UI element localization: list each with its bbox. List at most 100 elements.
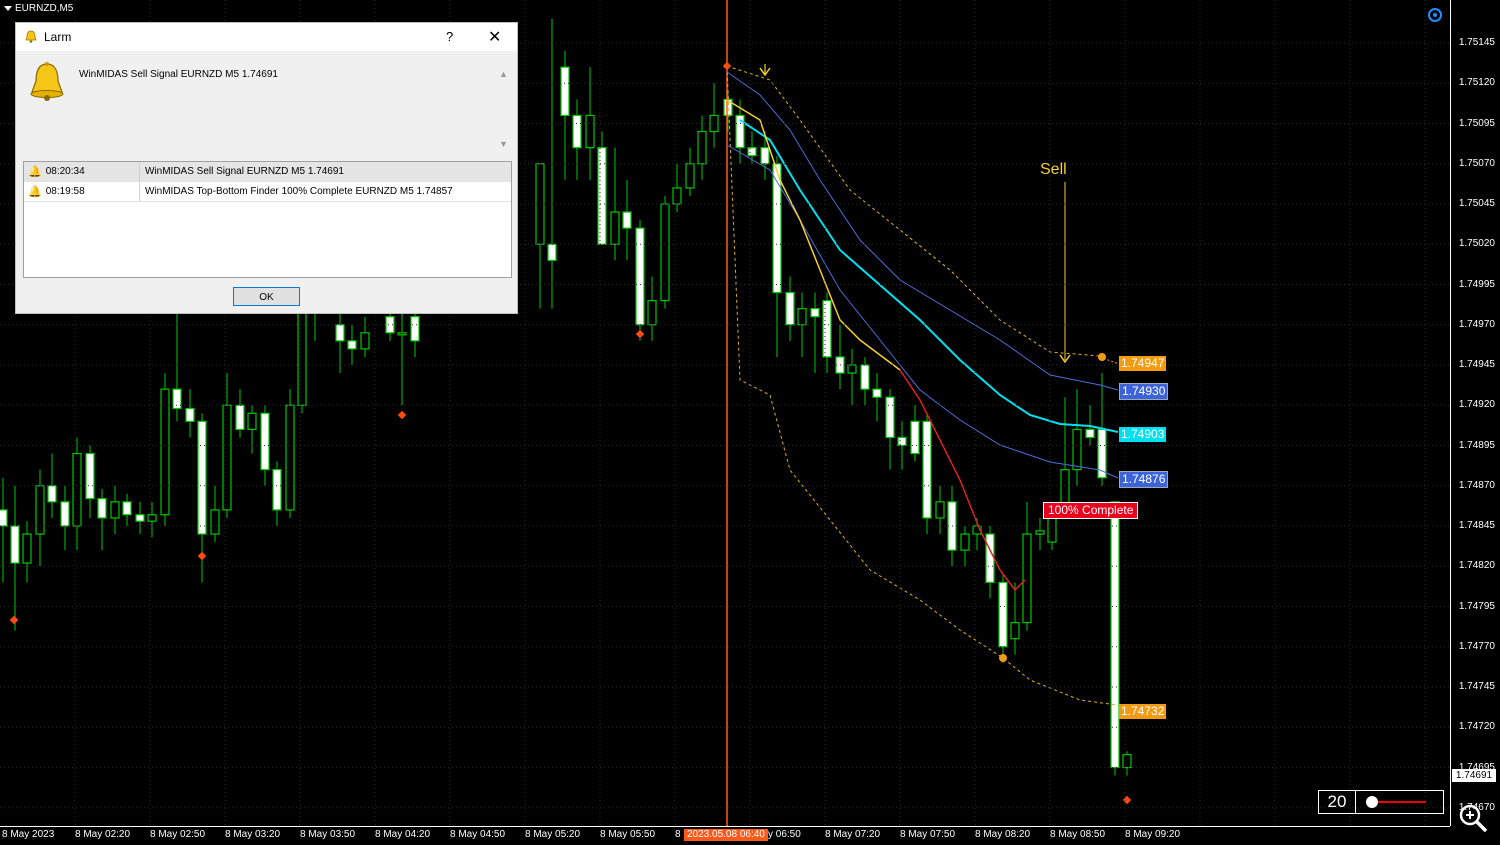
price-scale-label: 1.74770 bbox=[1458, 640, 1495, 652]
bell-icon: 🔔 bbox=[28, 166, 42, 178]
candle-body bbox=[560, 66, 570, 117]
slider-track bbox=[1378, 801, 1426, 803]
candle-body bbox=[897, 436, 907, 447]
list-item[interactable]: 🔔 08:19:58 WinMIDAS Top-Bottom Finder 100… bbox=[24, 182, 511, 202]
time-axis-label: 8 May 03:20 bbox=[225, 829, 281, 840]
price-tag-top: 1.74947 bbox=[1119, 356, 1167, 371]
candle-body bbox=[872, 388, 882, 398]
candle-body bbox=[222, 404, 232, 511]
price-scale-label: 1.75095 bbox=[1458, 117, 1495, 129]
candle-body bbox=[885, 396, 895, 439]
fractal-marker bbox=[9, 615, 19, 625]
period-control[interactable]: 20 bbox=[1318, 790, 1444, 814]
candle-body bbox=[797, 308, 807, 326]
candle-body bbox=[985, 533, 995, 583]
zoom-icon[interactable] bbox=[1457, 802, 1489, 834]
candle-body bbox=[285, 404, 295, 511]
candle-body bbox=[0, 509, 8, 527]
time-axis-label: 8 May 05:50 bbox=[600, 829, 656, 840]
fractal-marker bbox=[722, 61, 732, 71]
price-scale-label: 1.74820 bbox=[1458, 560, 1495, 572]
candle-body bbox=[1085, 428, 1095, 439]
alert-text: WinMIDAS Top-Bottom Finder 100% Complete… bbox=[145, 186, 453, 197]
candle-body bbox=[360, 332, 370, 350]
alert-list[interactable]: 🔔 08:20:34 WinMIDAS Sell Signal EURNZD M5… bbox=[23, 161, 512, 278]
alert-dialog[interactable]: Larm ? ✕ WinMIDAS Sell Signal EURNZD M5 … bbox=[15, 22, 518, 314]
dialog-titlebar[interactable]: Larm ? ✕ bbox=[16, 23, 517, 51]
candle-body bbox=[747, 147, 757, 157]
candle-body bbox=[610, 211, 620, 245]
close-button[interactable]: ✕ bbox=[488, 27, 501, 47]
list-item[interactable]: 🔔 08:20:34 WinMIDAS Sell Signal EURNZD M5… bbox=[24, 162, 511, 182]
candle-body bbox=[247, 412, 257, 430]
chart-symbol[interactable]: EURNZD,M5 bbox=[4, 3, 73, 14]
help-button[interactable]: ? bbox=[446, 29, 453, 44]
candle-body bbox=[47, 485, 57, 503]
candle-body bbox=[635, 227, 645, 326]
candle-body bbox=[672, 187, 682, 205]
time-axis-label: y 06:50 bbox=[768, 829, 801, 840]
candle-body bbox=[272, 469, 282, 511]
candle-body bbox=[235, 404, 245, 430]
top-marker bbox=[1098, 353, 1106, 361]
alarm-bell-icon bbox=[30, 62, 64, 101]
bottom-marker bbox=[999, 654, 1007, 662]
price-scale-label: 1.75145 bbox=[1458, 37, 1495, 48]
candle-body bbox=[147, 514, 157, 522]
price-scale-label: 1.75120 bbox=[1458, 77, 1495, 89]
alert-text: WinMIDAS Sell Signal EURNZD M5 1.74691 bbox=[145, 166, 344, 177]
time-axis-label: 8 May 08:50 bbox=[1050, 829, 1106, 840]
candle-body bbox=[860, 364, 870, 390]
cursor-date-tag: 2023.05.08 06:40 bbox=[684, 829, 768, 841]
complete-label: 100% Complete bbox=[1043, 502, 1139, 519]
candle-body bbox=[160, 388, 170, 516]
alert-message: WinMIDAS Sell Signal EURNZD M5 1.74691 bbox=[79, 69, 278, 80]
price-scale-label: 1.75070 bbox=[1458, 157, 1495, 169]
candle-body bbox=[622, 211, 632, 229]
fractal-marker bbox=[635, 329, 645, 339]
dropdown-arrow-icon[interactable] bbox=[4, 6, 12, 11]
candle-body bbox=[1010, 621, 1020, 640]
price-scale[interactable]: 1.75145 1.75120 1.75095 1.75070 1.75045 1.750… bbox=[1450, 0, 1500, 826]
candle-body bbox=[922, 420, 932, 519]
candle-body bbox=[210, 509, 220, 535]
scroll-up-icon[interactable]: ▲ bbox=[499, 69, 508, 79]
candle-body bbox=[660, 203, 670, 302]
time-axis-label: 8 bbox=[675, 829, 681, 840]
bell-icon: 🔔 bbox=[28, 186, 42, 198]
candle-body bbox=[35, 485, 45, 535]
time-axis-label: 8 May 05:20 bbox=[525, 829, 581, 840]
price-scale-label: 1.74745 bbox=[1458, 681, 1495, 692]
time-axis-label: 8 May 04:50 bbox=[450, 829, 506, 840]
candle-body bbox=[397, 332, 407, 336]
time-axis-label: 8 May 07:20 bbox=[825, 829, 881, 840]
price-tag-upper-band: 1.74930 bbox=[1119, 383, 1169, 400]
price-tag-bottom: 1.74732 bbox=[1119, 704, 1167, 719]
scroll-down-icon[interactable]: ▼ bbox=[499, 139, 508, 149]
period-slider[interactable] bbox=[1356, 791, 1443, 813]
target-icon[interactable] bbox=[1428, 8, 1442, 22]
candle-body bbox=[197, 420, 207, 535]
candle-body bbox=[585, 114, 595, 149]
alert-time: 08:20:34 bbox=[45, 166, 85, 177]
upper-envelope bbox=[726, 65, 1101, 357]
price-scale-label: 1.74920 bbox=[1458, 399, 1495, 411]
period-value[interactable]: 20 bbox=[1319, 791, 1356, 813]
candle-body bbox=[760, 147, 770, 165]
price-scale-label: 1.74945 bbox=[1458, 359, 1495, 370]
time-axis-label: 8 May 02:20 bbox=[75, 829, 131, 840]
candle-body bbox=[185, 407, 195, 422]
candle-body bbox=[297, 308, 307, 406]
candle-body bbox=[772, 163, 782, 294]
slider-knob[interactable] bbox=[1366, 796, 1378, 808]
midas-top-line bbox=[726, 99, 901, 371]
candle-body bbox=[60, 501, 70, 527]
ok-button[interactable]: OK bbox=[233, 287, 300, 306]
candle-body bbox=[347, 340, 357, 350]
candle-body bbox=[647, 300, 657, 326]
candle-body bbox=[597, 147, 607, 245]
dialog-title: Larm bbox=[44, 30, 72, 44]
candle-body bbox=[72, 452, 82, 527]
candle-body bbox=[1072, 428, 1082, 471]
symbol-label: EURNZD,M5 bbox=[15, 3, 74, 14]
